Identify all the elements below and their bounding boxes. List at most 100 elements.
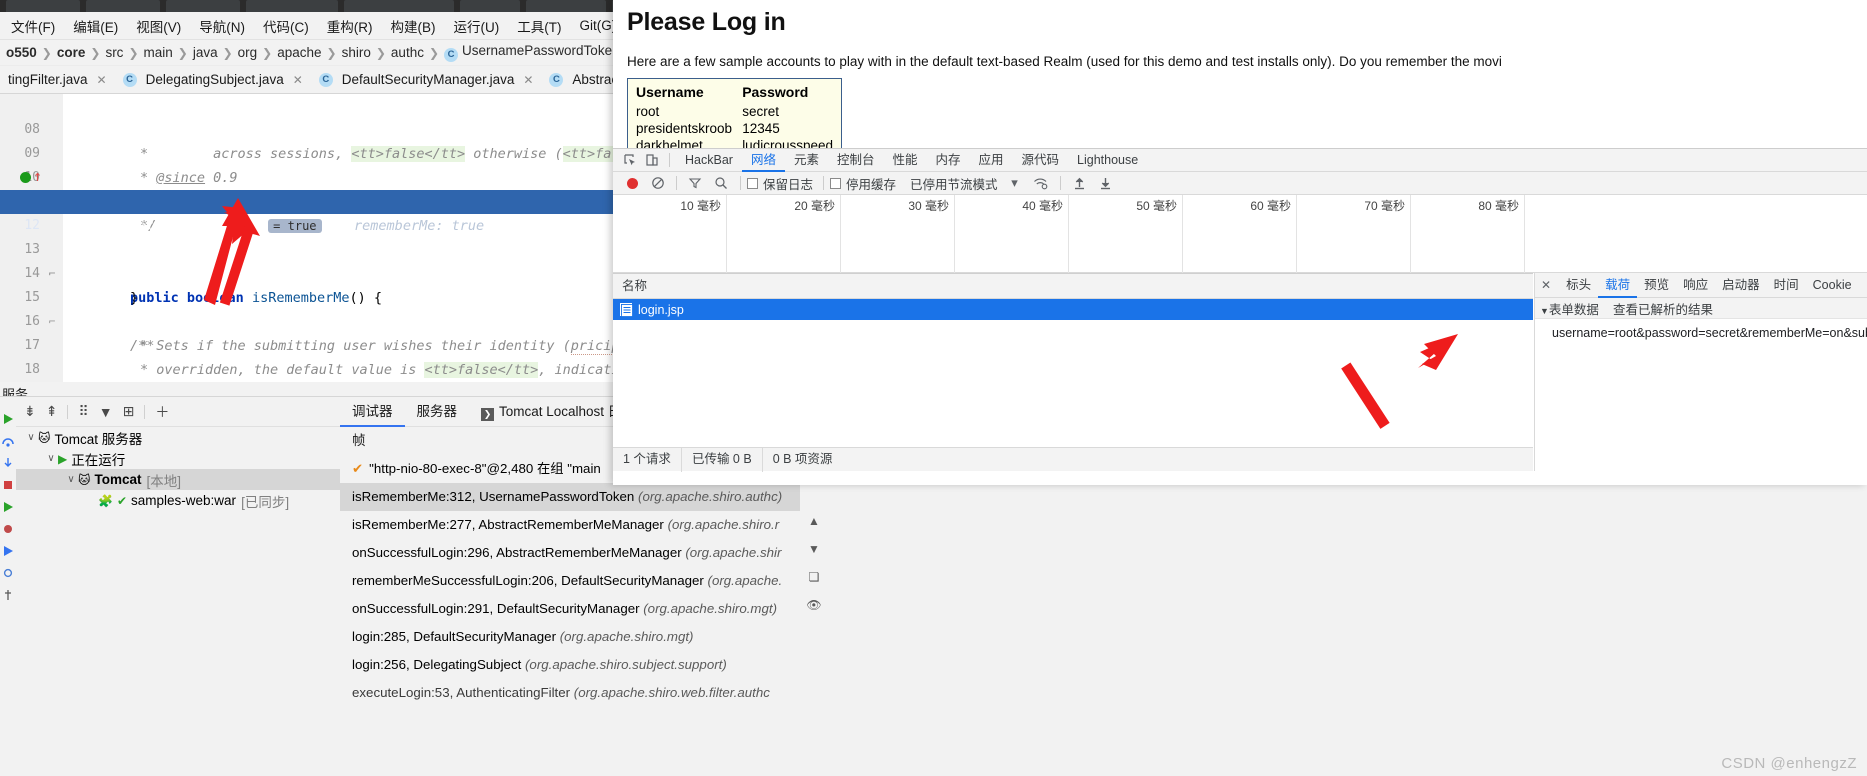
tab-performance[interactable]: 性能 [883,149,926,172]
stop-icon[interactable] [2,479,14,491]
tab-memory[interactable]: 内存 [927,149,970,172]
breadcrumb-item-core[interactable]: core [53,45,90,60]
tree-node-running[interactable]: ∨ ▶ 正在运行 [16,448,340,469]
network-toolbar[interactable]: 保留日志 停用缓存 已停用节流模式 ▾ [613,172,1867,195]
breadcrumb-item-org[interactable]: org [234,45,262,60]
device-toolbar-icon[interactable] [641,150,663,170]
breadcrumb-item-class[interactable]: C UsernamePasswordToken [440,43,624,62]
close-icon[interactable]: ✕ [97,73,107,87]
chevron-down-icon[interactable]: ∨ [24,432,38,443]
breadcrumb-item-shiro[interactable]: shiro [338,45,375,60]
chevron-down-icon[interactable]: ∨ [64,474,78,485]
record-icon[interactable] [619,173,645,193]
requests-list[interactable]: login.jsp [613,299,1533,447]
menu-item-edit[interactable]: 编辑(E) [64,14,127,38]
tab-initiator[interactable]: 启动器 [1715,273,1767,298]
run-to-cursor-icon[interactable] [2,501,14,513]
frames-list[interactable]: ✔ "http-nio-80-exec-8"@2,480 在组 "main isR… [340,455,800,776]
tree-node-tomcat-server[interactable]: ∨ 🐱 Tomcat 服务器 [16,427,340,448]
close-icon[interactable]: ✕ [523,73,533,87]
breadcrumb-item-src[interactable]: src [101,45,127,60]
tab-headers[interactable]: 标头 [1559,273,1598,298]
scroll-up-icon[interactable]: ▲ [805,512,823,530]
tree-node-tomcat-local[interactable]: ∨ 🐱 Tomcat [本地] [16,469,340,490]
tab-response[interactable]: 响应 [1676,273,1715,298]
form-data-label[interactable]: ▼表单数据 [1540,299,1599,318]
breadcrumb-item-main[interactable]: main [140,45,177,60]
menu-item-navigate[interactable]: 导航(N) [190,14,254,38]
group-icon[interactable]: ⠿ [78,403,88,420]
menu-item-build[interactable]: 构建(B) [382,14,445,38]
bg-tab[interactable] [246,0,338,12]
pin-icon[interactable] [2,589,14,601]
breadcrumb-item-authc[interactable]: authc [387,45,428,60]
mute-breakpoints-icon[interactable] [2,523,14,535]
frame-row[interactable]: onSuccessfulLogin:296, AbstractRememberM… [340,539,800,567]
bg-tab[interactable] [166,0,240,12]
preserve-log-checkbox[interactable] [747,177,758,189]
breadcrumb-item-java[interactable]: java [189,45,222,60]
tab-debugger[interactable]: 调试器 [340,397,405,427]
frame-row[interactable]: executeLogin:53, AuthenticatingFilter (o… [340,679,800,707]
frame-row[interactable]: login:285, DefaultSecurityManager (org.a… [340,623,800,651]
tab-elements[interactable]: 元素 [785,149,828,172]
tab-payload[interactable]: 载荷 [1598,273,1638,298]
disable-cache-label[interactable]: 停用缓存 [846,174,896,193]
step-over-icon[interactable] [2,435,14,447]
menu-item-view[interactable]: 视图(V) [127,14,190,38]
filter-icon[interactable]: ▼ [99,404,113,420]
network-overview-timeline[interactable]: 10 毫秒 20 毫秒 30 毫秒 40 毫秒 50 毫秒 60 毫秒 70 毫… [613,195,1867,273]
form-data-section-header[interactable]: ▼表单数据 查看已解析的结果 [1535,298,1867,319]
clear-icon[interactable] [645,173,671,193]
requests-column-header[interactable]: 名称 [613,273,1533,299]
devtools-tabbar[interactable]: HackBar 网络 元素 控制台 性能 内存 应用 源代码 Lighthous… [613,149,1867,172]
services-tree[interactable]: ∨ 🐱 Tomcat 服务器 ∨ ▶ 正在运行 ∨ 🐱 Tomcat [本地] … [16,427,340,776]
tab-timing[interactable]: 时间 [1767,273,1806,298]
tab-cookies[interactable]: Cookie [1806,273,1859,298]
tab-network[interactable]: 网络 [741,149,785,172]
menu-item-tools[interactable]: 工具(T) [508,14,570,38]
menu-item-run[interactable]: 运行(U) [445,14,509,38]
bg-tab[interactable] [526,0,606,12]
network-conditions-icon[interactable] [1028,173,1054,193]
frame-row[interactable]: rememberMeSuccessfulLogin:206, DefaultSe… [340,567,800,595]
evaluate-icon[interactable] [2,545,14,557]
chevron-down-icon[interactable]: ∨ [44,453,58,464]
eye-icon[interactable]: 👁 [805,596,823,614]
bg-tab[interactable] [86,0,160,12]
menu-item-code[interactable]: 代码(C) [254,14,318,38]
debug-action-toolbar[interactable] [0,397,16,776]
services-toolbar[interactable]: ⇟ ⇞ ⠿ ▼ ⊞ ＋ [16,397,340,427]
chevron-down-icon[interactable]: ▼ [1540,306,1549,316]
bg-tab[interactable] [6,0,80,12]
tab-server[interactable]: 服务器 [405,397,470,427]
request-row-login-jsp[interactable]: login.jsp [613,299,1533,320]
menu-item-refactor[interactable]: 重构(R) [318,14,382,38]
tab-application[interactable]: 应用 [970,149,1013,172]
filter-icon[interactable] [682,173,708,193]
view-parsed-link[interactable]: 查看已解析的结果 [1613,299,1713,318]
collapse-all-icon[interactable]: ⇞ [46,403,58,420]
copy-icon[interactable]: ❏ [805,568,823,586]
bg-tab[interactable] [344,0,454,12]
export-har-icon[interactable] [1093,173,1119,193]
step-into-icon[interactable] [2,457,14,469]
settings-icon[interactable] [2,567,14,579]
breadcrumb-item-project[interactable]: o550 [2,45,41,60]
add-icon[interactable]: ＋ [155,402,169,422]
import-har-icon[interactable] [1067,173,1093,193]
editor-tab-delegatingsubject[interactable]: C DelegatingSubject.java ✕ [115,66,311,94]
inspect-element-icon[interactable] [619,150,641,170]
frame-row[interactable]: isRememberMe:312, UsernamePasswordToken … [340,483,800,511]
breadcrumb-item-apache[interactable]: apache [273,45,325,60]
bg-tab[interactable] [460,0,520,12]
expand-all-icon[interactable]: ⇟ [24,403,36,420]
tab-preview[interactable]: 预览 [1637,273,1676,298]
throttling-label[interactable]: 已停用节流模式 [910,174,998,193]
scroll-down-icon[interactable]: ▼ [805,540,823,558]
editor-tab-defaultsecuritymanager[interactable]: C DefaultSecurityManager.java ✕ [311,66,542,94]
close-icon[interactable]: ✕ [1541,278,1551,292]
tab-console[interactable]: 控制台 [828,149,884,172]
tree-node-samples-web-war[interactable]: 🧩 ✔ samples-web:war [已同步] [16,490,340,511]
close-icon[interactable]: ✕ [293,73,303,87]
